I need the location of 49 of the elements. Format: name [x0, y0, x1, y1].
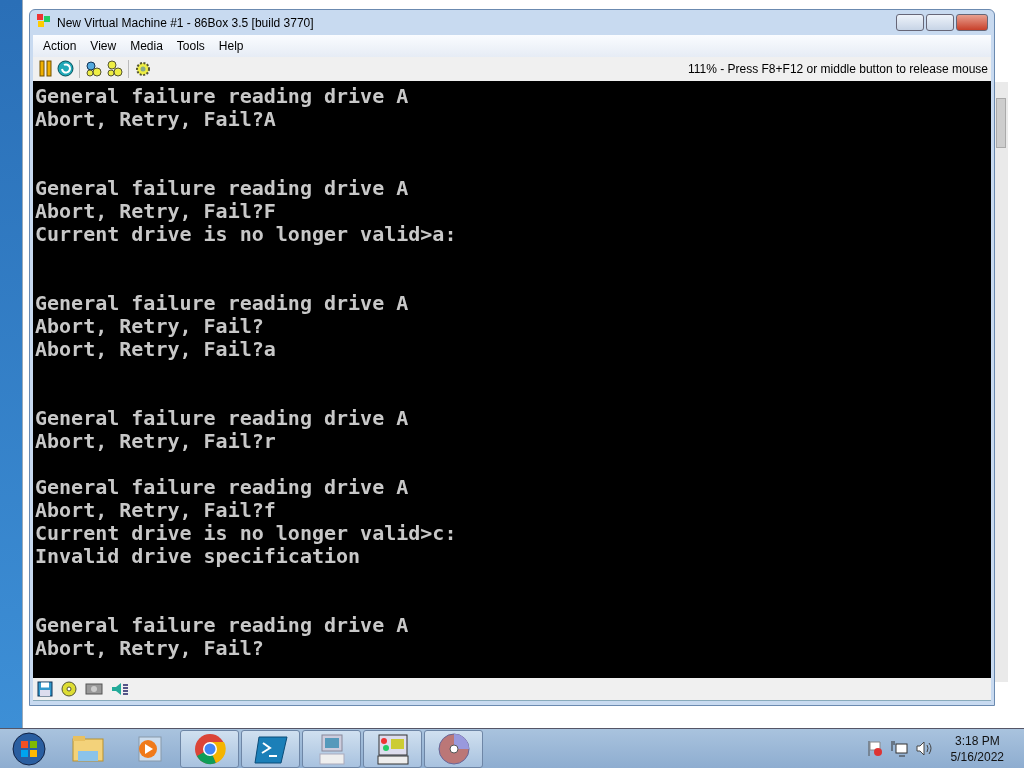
menu-item[interactable]: Media	[123, 36, 170, 55]
clock-date[interactable]: 5/16/2022	[950, 748, 1004, 765]
disc-icon	[435, 730, 472, 767]
taskbar-button[interactable]	[180, 729, 239, 768]
floppy-icon[interactable]	[37, 681, 53, 698]
console-line: General failure reading drive A	[35, 475, 409, 499]
volume-icon[interactable]	[915, 740, 933, 757]
start-button[interactable]	[11, 730, 47, 767]
pause-icon[interactable]	[38, 60, 53, 78]
window-title: New Virtual Machine #1 - 86Box 3.5 [build 3770]	[57, 15, 315, 30]
taskbar-button[interactable]	[241, 729, 300, 768]
console-line: Abort, Retry, Fail?A	[35, 107, 276, 131]
console-line: General failure reading drive A	[35, 291, 409, 315]
console-line: Current drive is no longer valid>c:	[35, 521, 457, 545]
emulator-screen[interactable]	[33, 80, 991, 679]
console-line: General failure reading drive A	[35, 613, 409, 637]
settings-icon[interactable]	[134, 59, 152, 78]
disc-icon[interactable]	[61, 681, 77, 698]
menu-item[interactable]: Help	[211, 36, 251, 55]
console-line: Abort, Retry, Fail?	[35, 636, 264, 660]
console-line: Invalid drive specification	[35, 544, 361, 568]
drive-icon[interactable]	[85, 681, 103, 698]
keys-icon[interactable]	[85, 60, 102, 78]
console-line: Abort, Retry, Fail?F	[35, 199, 276, 223]
minimize-button[interactable]	[896, 14, 924, 31]
menu-item[interactable]: Action	[36, 36, 84, 55]
console-line: Current drive is no longer valid>a:	[35, 222, 457, 246]
taskbar-button[interactable]	[424, 729, 483, 768]
maximize-button[interactable]	[926, 14, 954, 31]
menu-item[interactable]: Tools	[169, 36, 212, 55]
console-line: Abort, Retry, Fail?a	[35, 337, 276, 361]
flag-icon[interactable]	[865, 740, 883, 757]
console-line: General failure reading drive A	[35, 84, 409, 108]
speaker-icon[interactable]	[111, 681, 129, 698]
menu-item[interactable]: View	[83, 36, 124, 55]
reset-icon[interactable]	[57, 60, 74, 78]
clock-time[interactable]: 3:18 PM	[954, 732, 1000, 749]
taskbar-button[interactable]	[302, 729, 361, 768]
status-text: 111% - Press F8+F12 or middle button to release mouse	[687, 61, 989, 76]
console-line: General failure reading drive A	[35, 176, 409, 200]
console-line: Abort, Retry, Fail?	[35, 314, 264, 338]
console-line: Abort, Retry, Fail?f	[35, 498, 276, 522]
close-button[interactable]	[956, 14, 988, 31]
console-line: Abort, Retry, Fail?r	[35, 429, 276, 453]
network-icon[interactable]	[890, 740, 908, 757]
app-icon	[36, 13, 52, 29]
console-line: General failure reading drive A	[35, 406, 409, 430]
keys-icon[interactable]	[106, 60, 123, 78]
taskbar-button[interactable]	[363, 729, 422, 768]
